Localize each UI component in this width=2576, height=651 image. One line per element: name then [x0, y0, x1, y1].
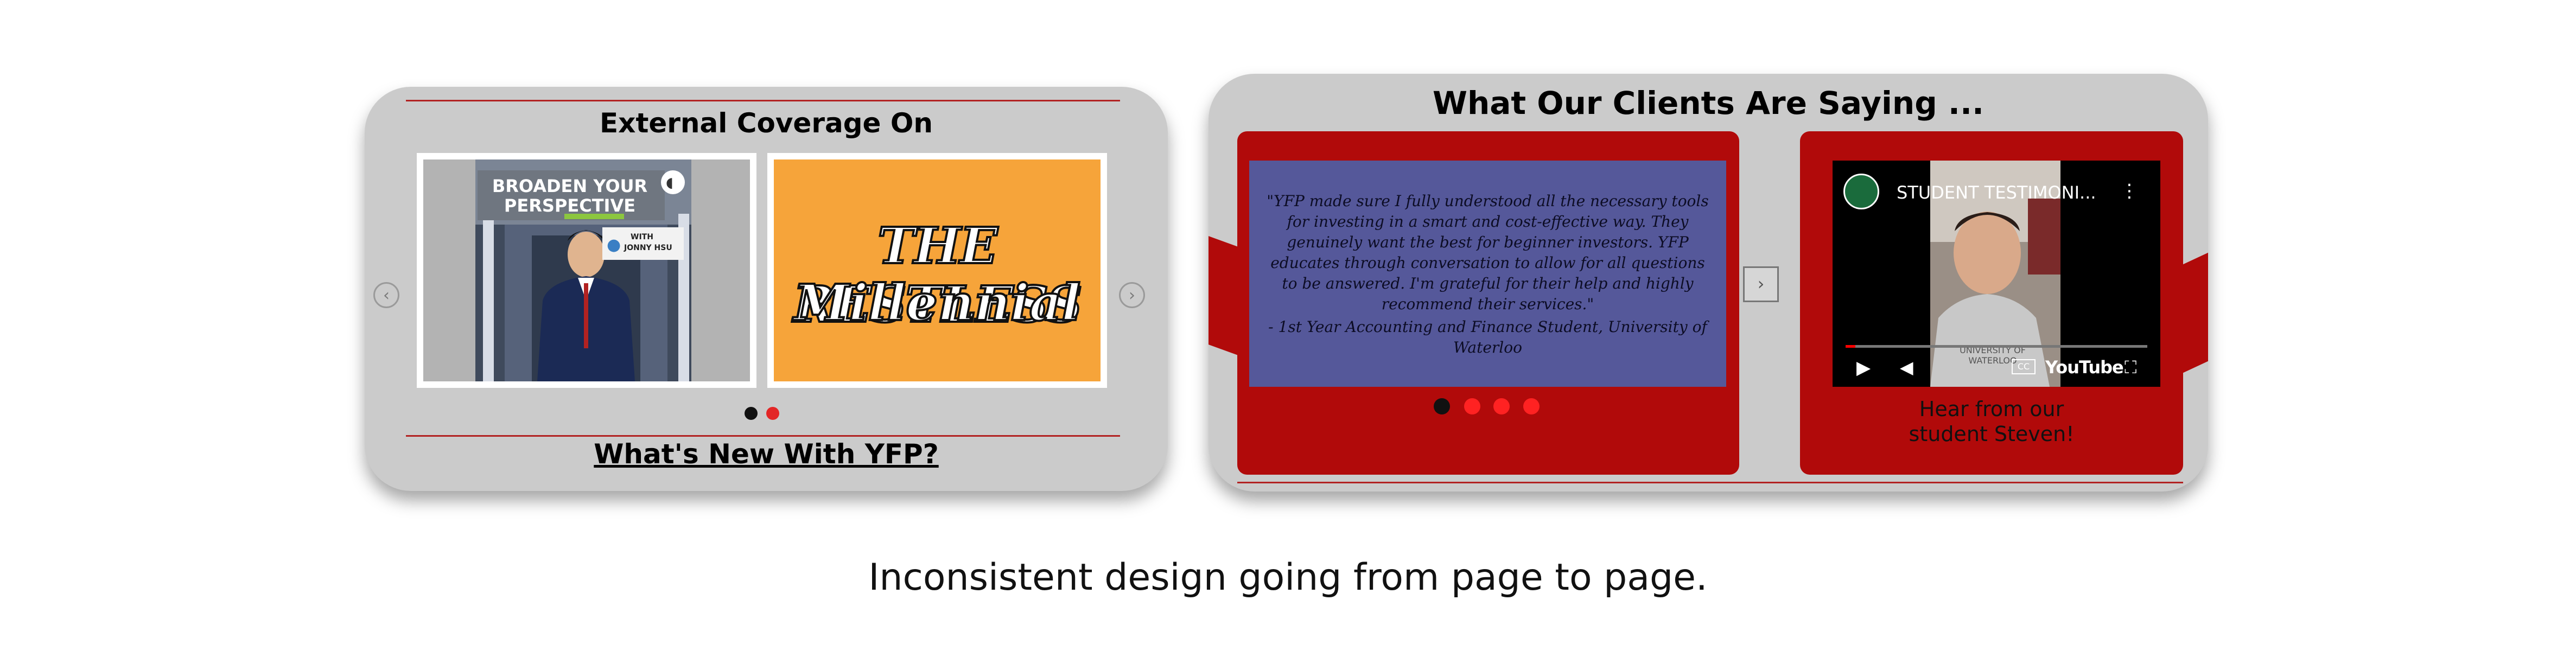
testimonial-quote-box: "YFP made sure I fully understood all th… [1249, 161, 1726, 387]
video-progress-fill [1846, 345, 1855, 348]
testimonial-dot-3[interactable] [1493, 398, 1510, 414]
podcast-host-name: JONNY HSU [624, 244, 672, 252]
volume-icon[interactable]: ◀ [1900, 357, 1913, 378]
carousel-dot-1[interactable] [745, 407, 758, 420]
testimonial-attribution: - 1st Year Accounting and Finance Studen… [1268, 318, 1707, 356]
right-ribbon-decoration [2180, 251, 2208, 374]
podcast-title-line2: PERSPECTIVE [504, 195, 636, 216]
podcast-with-label: WITH [631, 233, 653, 241]
testimonial-dot-2[interactable] [1464, 398, 1480, 414]
carousel-prev-button[interactable]: ‹ [373, 282, 399, 308]
video-caption-line2: student Steven! [1909, 422, 2075, 446]
testimonial-dot-4[interactable] [1523, 398, 1540, 414]
play-icon[interactable]: ▶ [1856, 357, 1871, 379]
video-progress-bar[interactable] [1846, 345, 2147, 348]
channel-logo-icon [1843, 174, 1879, 209]
podcast-title-line1: BROADEN YOUR [492, 176, 648, 196]
external-coverage-title: External Coverage On [600, 107, 933, 139]
youtube-video-player[interactable]: STUDENT TESTIMONI... ⋮ UNIVERSITY OF WAT… [1833, 161, 2160, 387]
left-ribbon-decoration [1209, 236, 1241, 356]
fullscreen-icon[interactable]: ⛶ [2125, 357, 2136, 378]
microphone-icon: ● [607, 235, 621, 254]
closed-captions-button[interactable]: CC [2012, 359, 2036, 374]
carousel-next-button[interactable]: › [1119, 282, 1145, 308]
testimonials-panel: What Our Clients Are Saying ... "YFP mad… [1209, 74, 2208, 492]
whats-new-link[interactable]: What's New With YFP? [365, 438, 1168, 470]
video-title: STUDENT TESTIMONI... [1897, 182, 2096, 203]
testimonial-dot-1[interactable] [1434, 398, 1450, 414]
testimonials-bottom-divider [1237, 482, 2183, 483]
carousel-dot-2[interactable] [766, 407, 779, 420]
bottom-divider [406, 435, 1120, 437]
top-divider [406, 100, 1120, 101]
testimonial-quote-text: "YFP made sure I fully understood all th… [1267, 192, 1709, 313]
more-options-icon[interactable]: ⋮ [2120, 180, 2139, 202]
speaker-icon: ◖ [666, 175, 673, 191]
restless-millennial-thumbnail[interactable]: THE RESTLESS Millennial [767, 153, 1107, 388]
slide-caption: Inconsistent design going from page to p… [868, 556, 1708, 599]
video-card: STUDENT TESTIMONI... ⋮ UNIVERSITY OF WAT… [1800, 131, 2183, 475]
video-caption-line1: Hear from our [1919, 397, 2064, 421]
podcast-thumbnail[interactable]: BROADEN YOUR PERSPECTIVE ◖ ● WITH JONNY … [417, 153, 756, 388]
youtube-logo[interactable]: YouTube [2045, 357, 2124, 378]
testimonials-title: What Our Clients Are Saying ... [1432, 85, 1985, 122]
external-coverage-panel: External Coverage On BROADEN YOUR PERSPE… [365, 87, 1168, 491]
restless-title-line2: Millennial [793, 272, 1082, 333]
testimonial-next-button[interactable]: › [1743, 266, 1779, 302]
quote-card: "YFP made sure I fully understood all th… [1237, 131, 1739, 475]
